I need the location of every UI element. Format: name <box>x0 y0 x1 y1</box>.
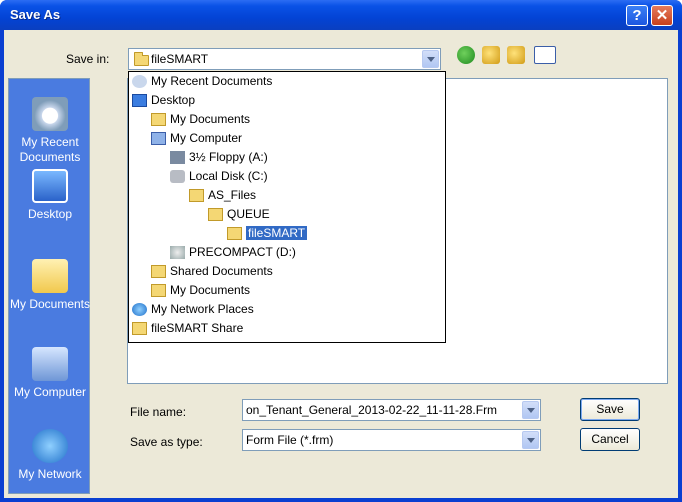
dropdown-item-label: Local Disk (C:) <box>189 169 268 183</box>
network-places-icon <box>132 303 147 317</box>
dropdown-item-label: fileSMART <box>246 226 308 240</box>
dropdown-item[interactable]: AS_Files <box>189 186 256 205</box>
my-computer-icon <box>151 132 166 146</box>
dropdown-item[interactable]: My Network Places <box>132 300 254 319</box>
dropdown-item-label: QUEUE <box>227 207 270 221</box>
dropdown-item[interactable]: QUEUE <box>208 205 270 224</box>
up-folder-icon[interactable] <box>482 46 500 64</box>
place-my-documents[interactable]: My Documents <box>9 259 91 312</box>
cd-drive-icon <box>170 246 185 260</box>
save-in-label: Save in: <box>66 52 110 66</box>
folder-icon <box>151 284 166 298</box>
dialog-body: Save in: fileSMART My Recent Documents D… <box>4 30 678 498</box>
place-desktop[interactable]: Desktop <box>9 169 91 222</box>
dropdown-item-label: fileSMART Share <box>151 321 244 335</box>
dropdown-item[interactable]: My Recent Documents <box>132 72 272 91</box>
dropdown-item[interactable]: My Documents <box>151 110 250 129</box>
dropdown-item[interactable]: My Documents <box>151 281 250 300</box>
save-button[interactable]: Save <box>580 398 640 421</box>
places-bar: My Recent Documents Desktop My Documents… <box>8 78 90 494</box>
save-in-dropdown: My Recent Documents Desktop My Documents… <box>128 71 446 343</box>
dropdown-item-label: AS_Files <box>208 188 257 202</box>
close-button[interactable]: ✕ <box>651 5 673 26</box>
place-label: My Network <box>18 467 82 481</box>
dropdown-item-label: My Network Places <box>151 302 254 316</box>
dropdown-item[interactable]: Local Disk (C:) <box>170 167 268 186</box>
chevron-down-icon[interactable] <box>522 401 539 419</box>
dropdown-item-label: 3½ Floppy (A:) <box>189 150 268 164</box>
chevron-down-icon[interactable] <box>522 431 539 449</box>
folder-open-icon <box>208 208 223 222</box>
recent-documents-icon <box>32 97 68 131</box>
dropdown-item[interactable]: PRECOMPACT (D:) <box>170 243 296 262</box>
hard-drive-icon <box>170 170 185 184</box>
folder-icon <box>132 322 147 336</box>
dropdown-item[interactable]: fileSMART Share <box>132 319 243 338</box>
my-documents-icon <box>32 259 68 293</box>
cancel-button[interactable]: Cancel <box>580 428 640 451</box>
folder-icon <box>227 227 242 241</box>
place-my-network[interactable]: My Network <box>9 429 91 482</box>
folder-icon <box>134 52 149 66</box>
dropdown-item-label: My Computer <box>170 131 243 145</box>
file-name-input[interactable]: on_Tenant_General_2013-02-22_11-11-28.Fr… <box>242 399 541 421</box>
desktop-icon <box>132 94 147 108</box>
place-label: Desktop <box>27 207 73 221</box>
recent-documents-icon <box>132 75 147 89</box>
new-folder-icon[interactable] <box>507 46 525 64</box>
dropdown-item-label: My Documents <box>170 112 251 126</box>
file-name-value: on_Tenant_General_2013-02-22_11-11-28.Fr… <box>246 403 498 417</box>
place-my-recent-documents[interactable]: My Recent Documents <box>9 97 91 165</box>
folder-icon <box>151 265 166 279</box>
floppy-drive-icon <box>170 151 185 165</box>
file-name-dropdown[interactable] <box>521 400 540 420</box>
dropdown-item-label: PRECOMPACT (D:) <box>189 245 296 259</box>
dropdown-item[interactable]: Desktop <box>132 91 195 110</box>
dropdown-item[interactable]: Shared Documents <box>151 262 273 281</box>
save-as-type-value: Form File (*.frm) <box>246 433 334 447</box>
dropdown-item[interactable]: 3½ Floppy (A:) <box>170 148 268 167</box>
place-my-computer[interactable]: My Computer <box>9 347 91 400</box>
dropdown-item-label: My Documents <box>170 283 251 297</box>
window-title: Save As <box>10 7 61 22</box>
save-as-type-label: Save as type: <box>130 435 203 449</box>
place-label: My Computer <box>13 385 87 399</box>
back-icon[interactable] <box>457 46 475 64</box>
folder-open-icon <box>189 189 204 203</box>
help-button[interactable]: ? <box>626 5 648 26</box>
dropdown-item[interactable]: My Computer <box>151 129 242 148</box>
my-documents-icon <box>151 113 166 127</box>
title-bar[interactable]: Save As ? ✕ <box>0 0 682 30</box>
save-as-dialog: Save As ? ✕ Save in: fileSMART My Recent… <box>0 0 682 502</box>
save-as-type-dropdown[interactable] <box>521 430 540 450</box>
save-in-combo[interactable]: fileSMART <box>128 48 441 70</box>
dropdown-item-label: Shared Documents <box>170 264 273 278</box>
dropdown-item-label: My Recent Documents <box>151 74 273 88</box>
my-network-icon <box>32 429 68 463</box>
place-label: My Documents <box>9 297 91 311</box>
my-computer-icon <box>32 347 68 381</box>
file-name-label: File name: <box>130 405 187 419</box>
save-as-type-select[interactable]: Form File (*.frm) <box>242 429 541 451</box>
dropdown-item-label: Desktop <box>151 93 196 107</box>
chevron-down-icon[interactable] <box>422 50 439 68</box>
save-in-value: fileSMART <box>151 52 209 66</box>
desktop-icon <box>32 169 68 203</box>
place-label: My Recent Documents <box>19 135 81 164</box>
dropdown-item-selected[interactable]: fileSMART <box>227 224 308 243</box>
views-menu-icon[interactable] <box>534 46 556 64</box>
